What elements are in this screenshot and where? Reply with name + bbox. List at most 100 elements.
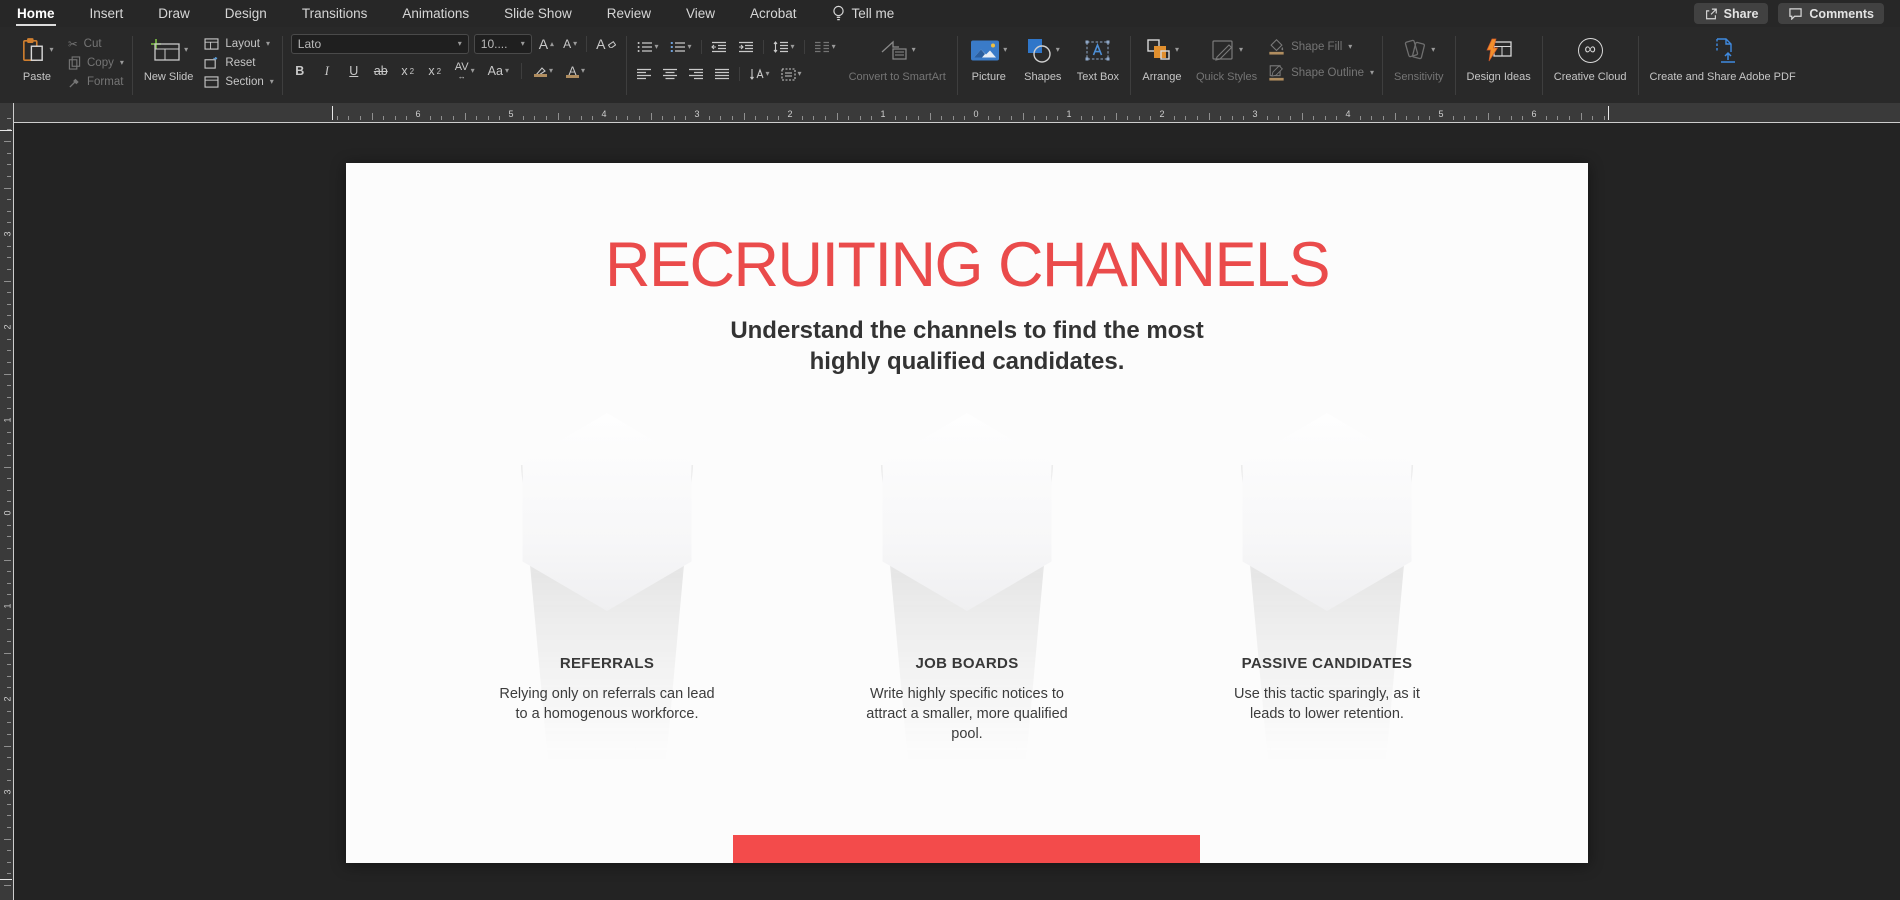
- increase-indent-button[interactable]: [736, 37, 756, 57]
- menu-acrobat[interactable]: Acrobat: [749, 1, 798, 26]
- share-button[interactable]: Share: [1694, 3, 1769, 24]
- font-color-chevron: ▾: [581, 67, 585, 75]
- copy-button[interactable]: Copy ▾: [68, 54, 124, 71]
- shrink-font-button[interactable]: A▾: [561, 34, 579, 54]
- create-share-pdf-button[interactable]: Create and Share Adobe PDF: [1647, 32, 1799, 86]
- align-center-button[interactable]: [661, 64, 680, 84]
- ribbon-divider: [957, 36, 958, 95]
- creative-cloud-button[interactable]: ∞ Creative Cloud: [1551, 32, 1630, 86]
- slide[interactable]: RECRUITING CHANNELS Understand the chann…: [346, 163, 1588, 863]
- highlight-color-button[interactable]: ▾: [532, 61, 555, 81]
- menu-home[interactable]: Home: [16, 1, 56, 26]
- comments-button[interactable]: Comments: [1778, 3, 1884, 24]
- paste-dropdown-chevron[interactable]: ▾: [49, 46, 53, 54]
- superscript-button[interactable]: x2: [399, 61, 417, 81]
- quick-styles-chevron: ▾: [1239, 46, 1243, 54]
- font-size-select[interactable]: 10.... ▾: [474, 34, 532, 54]
- quick-styles-icon: [1210, 38, 1236, 63]
- card-description[interactable]: Write highly specific notices to attract…: [857, 684, 1077, 744]
- accent-bar[interactable]: [733, 835, 1200, 863]
- columns-chevron: ▾: [832, 43, 836, 51]
- subscript-button[interactable]: x2: [426, 61, 444, 81]
- character-spacing-button[interactable]: AV↔ ▾: [453, 61, 477, 81]
- share-icon: [1704, 7, 1718, 20]
- slide-title[interactable]: RECRUITING CHANNELS: [346, 229, 1588, 301]
- font-name-value: Lato: [298, 37, 452, 51]
- picture-icon: [970, 39, 1000, 62]
- hruler-number: 3: [694, 109, 699, 119]
- align-text-button[interactable]: ▾: [779, 64, 804, 84]
- horizontal-ruler[interactable]: 6543210123456: [0, 103, 1900, 123]
- line-spacing-chevron: ▾: [791, 43, 795, 51]
- smartart-icon: [879, 38, 909, 62]
- card-title[interactable]: REFERRALS: [560, 655, 654, 672]
- reset-button[interactable]: Reset: [204, 54, 273, 71]
- menu-insert[interactable]: Insert: [89, 1, 125, 26]
- highlight-chevron: ▾: [549, 67, 553, 75]
- card-description[interactable]: Use this tactic sparingly, as it leads t…: [1217, 684, 1437, 724]
- text-direction-button[interactable]: ▾: [747, 64, 772, 84]
- justify-button[interactable]: [713, 64, 732, 84]
- bullets-button[interactable]: ▾: [635, 37, 661, 57]
- convert-smartart-button[interactable]: ▾ Convert to SmartArt: [846, 32, 949, 86]
- highlight-color-swatch: [534, 74, 547, 77]
- clipboard-group: ▾ Paste ✂ Cut Copy ▾ F: [8, 30, 130, 101]
- align-left-button[interactable]: [635, 64, 654, 84]
- section-button[interactable]: Section ▾: [204, 73, 273, 90]
- decrease-indent-button[interactable]: [709, 37, 729, 57]
- cut-button[interactable]: ✂ Cut: [68, 35, 124, 52]
- new-slide-button[interactable]: ▾ New Slide: [141, 32, 197, 86]
- numbering-button[interactable]: ▾: [668, 37, 694, 57]
- align-right-button[interactable]: [687, 64, 706, 84]
- new-slide-chevron[interactable]: ▾: [184, 46, 188, 54]
- numbered-list-icon: [670, 41, 686, 53]
- copy-dropdown-chevron: ▾: [120, 59, 124, 67]
- format-painter-button[interactable]: Format: [68, 73, 124, 90]
- vruler-number: 2: [2, 696, 12, 701]
- font-color-button[interactable]: A ▾: [564, 61, 587, 81]
- convert-smartart-label: Convert to SmartArt: [849, 71, 946, 84]
- bold-button[interactable]: B: [291, 61, 309, 81]
- card-title[interactable]: JOB BOARDS: [915, 655, 1018, 672]
- menu-animations[interactable]: Animations: [401, 1, 470, 26]
- picture-button[interactable]: ▾ Picture: [966, 32, 1012, 86]
- paragraph-group: ▾ ▾: [629, 30, 955, 101]
- clear-formatting-button[interactable]: A: [594, 34, 617, 54]
- card-description[interactable]: Relying only on referrals can lead to a …: [497, 684, 717, 724]
- vertical-ruler[interactable]: 3210123: [0, 103, 14, 900]
- hruler-number: 5: [508, 109, 513, 119]
- bullet-list-icon: [637, 41, 653, 53]
- text-box-button[interactable]: Text Box: [1074, 32, 1122, 86]
- menu-design[interactable]: Design: [224, 1, 268, 26]
- card-title[interactable]: PASSIVE CANDIDATES: [1242, 655, 1413, 672]
- change-case-button[interactable]: Aa▾: [486, 61, 511, 81]
- menu-view[interactable]: View: [685, 1, 716, 26]
- design-ideas-button[interactable]: Design Ideas: [1464, 32, 1534, 86]
- tell-me[interactable]: Tell me: [831, 0, 896, 27]
- sensitivity-button[interactable]: ▾ Sensitivity: [1391, 32, 1447, 86]
- shape-outline-button[interactable]: Shape Outline ▾: [1268, 64, 1374, 81]
- line-spacing-button[interactable]: ▾: [771, 37, 797, 57]
- menu-review[interactable]: Review: [606, 1, 652, 26]
- paste-button[interactable]: ▾ Paste: [14, 32, 60, 86]
- underline-button[interactable]: U: [345, 61, 363, 81]
- arrange-button[interactable]: ▾ Arrange: [1139, 32, 1185, 86]
- font-name-select[interactable]: Lato ▾: [291, 34, 469, 54]
- quick-styles-button[interactable]: ▾ Quick Styles: [1193, 32, 1260, 86]
- subscript-glyph: x: [428, 64, 434, 78]
- shape-fill-button[interactable]: Shape Fill ▾: [1268, 38, 1374, 55]
- strikethrough-button[interactable]: ab: [372, 61, 390, 81]
- grow-font-button[interactable]: A▾: [537, 34, 556, 54]
- layout-button[interactable]: Layout ▾: [204, 35, 273, 52]
- font-color-swatch: [566, 75, 579, 78]
- menu-transitions[interactable]: Transitions: [301, 1, 369, 26]
- menu-draw[interactable]: Draw: [157, 1, 191, 26]
- eraser-icon: [608, 40, 616, 48]
- shapes-button[interactable]: ▾ Shapes: [1020, 32, 1066, 86]
- slide-subtitle[interactable]: Understand the channels to find the most…: [727, 315, 1207, 377]
- card-referrals: REFERRALS Relying only on referrals can …: [502, 413, 712, 744]
- italic-button[interactable]: I: [318, 61, 336, 81]
- columns-button[interactable]: ▾: [812, 37, 838, 57]
- menu-slide-show[interactable]: Slide Show: [503, 1, 573, 26]
- numbering-chevron: ▾: [688, 43, 692, 51]
